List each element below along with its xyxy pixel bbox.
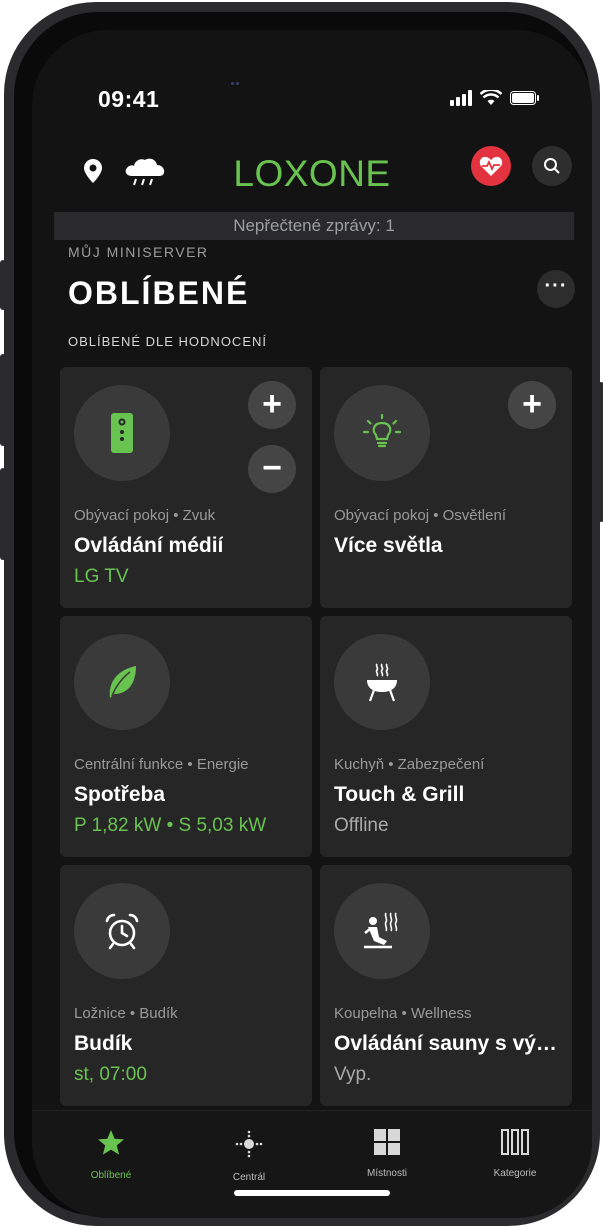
plus-button[interactable]: + — [508, 381, 556, 429]
group-title: OBLÍBENÉ DLE HODNOCENÍ — [68, 334, 267, 349]
unread-messages-bar[interactable]: Nepřečtené zprávy: 1 — [54, 212, 574, 240]
tile-status: st, 07:00 — [74, 1064, 147, 1085]
tile-subtitle: Ložnice • Budík — [74, 1005, 178, 1022]
tile-icon-circle — [334, 634, 430, 730]
page-title: OBLÍBENÉ — [68, 275, 250, 311]
camera-dot — [231, 82, 245, 92]
tile-alarm-clock[interactable]: Ložnice • Budík Budík st, 07:00 — [60, 865, 312, 1106]
tile-icon-circle — [334, 385, 430, 481]
tile-name: Spotřeba — [74, 783, 166, 806]
signal-icon — [450, 90, 472, 106]
tile-status: Offline — [334, 815, 389, 836]
side-button-silent — [0, 260, 6, 310]
tab-label: Centrál — [232, 1172, 266, 1183]
tile-icon-circle — [334, 883, 430, 979]
more-options-button[interactable]: ··· — [537, 270, 575, 308]
tab-label: Místnosti — [366, 1168, 407, 1179]
status-icons — [450, 90, 540, 106]
tile-status: Vyp. — [334, 1064, 372, 1085]
star-icon — [98, 1130, 124, 1155]
tile-name: Ovládání médií — [74, 534, 224, 557]
tab-bar: Oblíbené Centrál Místnosti Kategorie — [32, 1110, 592, 1218]
rooms-icon — [374, 1129, 400, 1155]
search-button[interactable] — [532, 146, 572, 186]
alarm-clock-icon — [105, 913, 139, 950]
tab-label: Oblíbené — [90, 1170, 132, 1181]
tile-icon-circle — [74, 385, 170, 481]
home-indicator[interactable] — [234, 1190, 390, 1196]
tile-subtitle: Centrální funkce • Energie — [74, 756, 249, 773]
tile-name: Více světla — [334, 534, 443, 557]
categories-icon — [501, 1129, 529, 1155]
sauna-icon — [364, 912, 398, 949]
section-subtitle: MŮJ MINISERVER — [68, 244, 209, 260]
tile-more-light[interactable]: + Obývací pokoj • Osvětlení Více světla — [320, 367, 572, 608]
side-button-power — [598, 382, 603, 522]
battery-icon — [510, 91, 539, 105]
plus-button[interactable]: + — [248, 381, 296, 429]
tile-media-control[interactable]: + − Obývací pokoj • Zvuk Ovládání médií … — [60, 367, 312, 608]
tile-name: Touch & Grill — [334, 783, 465, 806]
central-icon — [235, 1130, 263, 1158]
tile-name: Ovládání sauny s vý… — [334, 1032, 557, 1055]
side-button-volume-up — [0, 354, 6, 446]
search-icon — [544, 158, 560, 174]
tile-sauna-control[interactable]: Koupelna • Wellness Ovládání sauny s vý…… — [320, 865, 572, 1106]
tile-status: LG TV — [74, 566, 129, 587]
tile-consumption[interactable]: Centrální funkce • Energie Spotřeba P 1,… — [60, 616, 312, 857]
tile-icon-circle — [74, 634, 170, 730]
tile-icon-circle — [74, 883, 170, 979]
side-button-volume-down — [0, 468, 6, 560]
tile-subtitle: Kuchyň • Zabezpečení — [334, 756, 485, 773]
tab-rooms[interactable]: Místnosti — [332, 1129, 442, 1179]
wifi-icon — [480, 90, 502, 105]
tab-label: Kategorie — [493, 1168, 537, 1179]
minus-button[interactable]: − — [248, 445, 296, 493]
tab-central[interactable]: Centrál — [194, 1129, 304, 1183]
heart-pulse-icon — [479, 156, 503, 176]
app-screen: 09:41 LOXONE Nepřečtené zprávy: 1 MŮJ MI… — [32, 30, 592, 1218]
status-time: 09:41 — [98, 86, 160, 112]
leaf-icon — [109, 666, 136, 698]
light-bulb-icon — [362, 413, 402, 448]
grill-icon — [367, 663, 397, 702]
tile-subtitle: Obývací pokoj • Osvětlení — [334, 507, 506, 524]
tile-name: Budík — [74, 1032, 133, 1055]
tile-status: P 1,82 kW • S 5,03 kW — [74, 815, 267, 836]
tile-subtitle: Obývací pokoj • Zvuk — [74, 507, 216, 524]
bezel: 09:41 LOXONE Nepřečtené zprávy: 1 MŮJ MI… — [14, 12, 592, 1218]
tile-subtitle: Koupelna • Wellness — [334, 1005, 472, 1022]
tab-favorites[interactable]: Oblíbené — [56, 1129, 166, 1181]
remote-control-icon — [111, 413, 133, 453]
health-button[interactable] — [471, 146, 511, 186]
phone-frame: 09:41 LOXONE Nepřečtené zprávy: 1 MŮJ MI… — [0, 2, 603, 1226]
tab-categories[interactable]: Kategorie — [460, 1129, 570, 1179]
tile-touch-grill[interactable]: Kuchyň • Zabezpečení Touch & Grill Offli… — [320, 616, 572, 857]
